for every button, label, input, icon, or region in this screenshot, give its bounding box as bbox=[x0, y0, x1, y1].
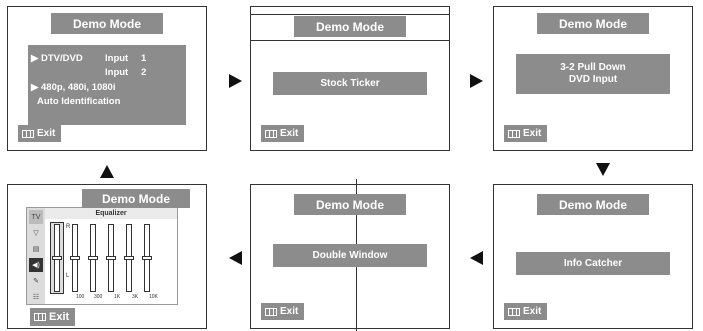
picture-icon: ▽ bbox=[33, 230, 39, 237]
demo-screen-6: Demo Mode Info Catcher Exit bbox=[493, 184, 693, 329]
tick-label: 300 bbox=[94, 294, 103, 300]
exit-label: Exit bbox=[280, 306, 299, 317]
slider-knob bbox=[88, 256, 98, 260]
slider-knob bbox=[106, 256, 116, 260]
exit-button: Exit bbox=[18, 125, 62, 142]
equalizer-slider bbox=[70, 224, 80, 292]
slider-knob bbox=[124, 256, 134, 260]
l-label: L bbox=[66, 273, 70, 279]
stock-ticker-box: Stock Ticker bbox=[273, 72, 427, 95]
pull-down-line: 3-2 Pull Down bbox=[560, 62, 626, 73]
equalizer-slider bbox=[142, 224, 152, 292]
slider-knob bbox=[142, 256, 152, 260]
exit-label: Exit bbox=[523, 306, 542, 317]
menu-arrow-1: ▶ bbox=[31, 53, 39, 64]
exit-icon bbox=[34, 313, 46, 321]
demo-screen-4: TV ▽ ▤ ◀) ✎ ☷ Equalizer R L 100 300 1K 3… bbox=[7, 184, 207, 329]
menu-item-auto-identification: Auto Identification bbox=[37, 96, 121, 107]
menu-arrow-2: ▶ bbox=[31, 82, 39, 93]
equalizer-slider bbox=[124, 224, 134, 292]
r-label: R bbox=[66, 224, 71, 230]
menu-item-resolutions: 480p, 480i, 1080i bbox=[41, 82, 116, 93]
sound-icon: ◀) bbox=[29, 258, 43, 272]
input2-num: 2 bbox=[141, 67, 147, 78]
screen-title: Demo Mode bbox=[537, 194, 649, 215]
exit-button: Exit bbox=[30, 308, 76, 326]
equalizer-slider bbox=[106, 224, 116, 292]
equalizer-slider bbox=[52, 224, 62, 292]
exit-label: Exit bbox=[49, 311, 70, 323]
arrow-down-icon bbox=[596, 163, 610, 176]
slider-knob bbox=[52, 256, 62, 260]
exit-icon bbox=[265, 307, 277, 316]
screen-title: Demo Mode bbox=[294, 16, 406, 37]
exit-button: Exit bbox=[504, 125, 548, 142]
menu-panel: ▶ DTV/DVD Input 1 Input 2 ▶ 480p, 480i, … bbox=[28, 45, 186, 125]
pull-down-box: 3-2 Pull Down DVD Input bbox=[516, 54, 670, 94]
input1-label: Input bbox=[105, 53, 129, 64]
exit-icon bbox=[265, 129, 277, 138]
function-icon: ☷ bbox=[32, 294, 40, 301]
demo-screen-1: Demo Mode ▶ DTV/DVD Input 1 Input 2 ▶ 48… bbox=[7, 6, 207, 151]
screen-title: Demo Mode bbox=[537, 13, 649, 34]
arrow-left-icon bbox=[229, 251, 242, 265]
input1-num: 1 bbox=[141, 53, 147, 64]
screen-title: Demo Mode bbox=[294, 194, 406, 215]
demo-screen-2: Demo Mode Stock Ticker Exit bbox=[250, 6, 450, 151]
slider-knob bbox=[70, 256, 80, 260]
tick-label: 100 bbox=[76, 294, 85, 300]
demo-screen-5: Demo Mode Double Window Exit bbox=[250, 179, 450, 331]
equalizer-slider bbox=[88, 224, 98, 292]
exit-button: Exit bbox=[261, 125, 305, 142]
exit-icon bbox=[22, 129, 34, 138]
tv-label: TV bbox=[29, 210, 43, 224]
double-window-box: Double Window bbox=[273, 244, 427, 267]
arrow-right-icon bbox=[229, 74, 242, 88]
exit-label: Exit bbox=[37, 128, 56, 139]
exit-button: Exit bbox=[261, 303, 305, 320]
tick-label: 10K bbox=[149, 294, 158, 300]
arrow-left-icon bbox=[470, 251, 483, 265]
exit-icon bbox=[508, 307, 520, 316]
equalizer-title: Equalizer bbox=[45, 208, 177, 219]
menu-item-dtv-dvd: DTV/DVD bbox=[41, 53, 83, 64]
tick-label: 3K bbox=[132, 294, 139, 300]
screen-title: Demo Mode bbox=[51, 13, 163, 34]
exit-button: Exit bbox=[504, 303, 548, 320]
arrow-right-icon bbox=[470, 74, 483, 88]
tick-label: 1K bbox=[114, 294, 121, 300]
dvd-input-line: DVD Input bbox=[568, 74, 618, 85]
exit-label: Exit bbox=[523, 128, 542, 139]
exit-icon bbox=[508, 129, 520, 138]
info-catcher-box: Info Catcher bbox=[516, 252, 670, 275]
input2-label: Input bbox=[105, 67, 129, 78]
exit-label: Exit bbox=[280, 128, 299, 139]
screen-title: Demo Mode bbox=[82, 189, 190, 208]
equalizer-sidebar: TV ▽ ▤ ◀) ✎ ☷ bbox=[27, 208, 45, 304]
equalizer-panel: TV ▽ ▤ ◀) ✎ ☷ Equalizer R L 100 300 1K 3… bbox=[26, 207, 178, 305]
setup-icon: ✎ bbox=[33, 278, 39, 285]
channel-icon: ▤ bbox=[32, 246, 40, 253]
demo-screen-3: Demo Mode 3-2 Pull Down DVD Input Exit bbox=[493, 6, 693, 151]
arrow-up-icon bbox=[100, 165, 114, 178]
